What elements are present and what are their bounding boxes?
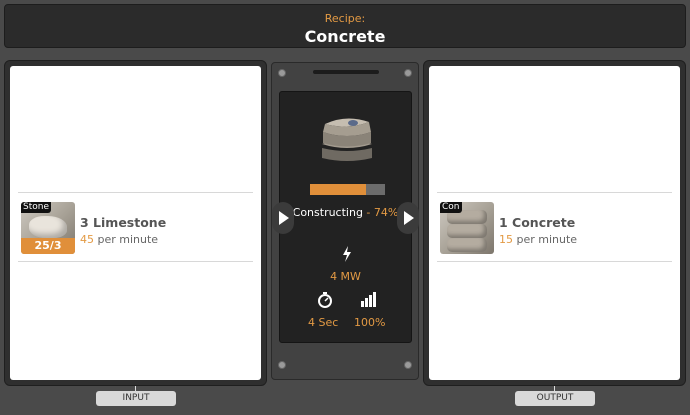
item-tag: Con — [440, 202, 462, 213]
screw — [278, 69, 286, 77]
status-separator: - — [362, 206, 374, 219]
arrow-right-icon — [279, 211, 289, 225]
input-rate-unit: per minute — [97, 233, 159, 246]
input-label[interactable]: INPUT — [96, 391, 176, 406]
concrete-icon: Con — [440, 202, 494, 254]
output-item-row[interactable]: Con 1 Concrete 15 per minute — [437, 192, 672, 262]
machine-slot — [313, 70, 379, 74]
bag-shape — [447, 238, 487, 252]
cycle-time: 4 Sec — [308, 316, 339, 329]
output-rate-value: 15 — [499, 233, 513, 246]
output-panel: Con 1 Concrete 15 per minute — [423, 60, 686, 386]
input-item-row[interactable]: Stone 25/3 3 Limestone 45 per minute — [18, 192, 253, 262]
output-panel-body: Con 1 Concrete 15 per minute — [429, 66, 680, 380]
output-label[interactable]: OUTPUT — [515, 391, 595, 406]
lightning-icon — [343, 246, 351, 262]
recipe-title: Concrete — [304, 27, 386, 46]
input-panel-body: Stone 25/3 3 Limestone 45 per minute — [10, 66, 261, 380]
item-count-badge: 25/3 — [21, 238, 75, 254]
arrow-right-icon — [404, 211, 414, 225]
limestone-icon: Stone 25/3 — [21, 202, 75, 254]
output-rate-unit: per minute — [516, 233, 578, 246]
status-percent: 74% — [373, 206, 399, 219]
bag-shape — [447, 224, 487, 238]
screw — [278, 361, 286, 369]
bar-chart-icon — [361, 292, 376, 307]
input-rate-value: 45 — [80, 233, 94, 246]
progress-bar — [310, 184, 385, 195]
recipe-subtitle: Recipe: — [324, 12, 366, 25]
input-item-name: 3 Limestone — [80, 215, 167, 230]
screw — [404, 69, 412, 77]
progress-fill — [310, 184, 366, 195]
input-arrow-button[interactable] — [272, 202, 294, 234]
status-text: Constructing — [292, 206, 363, 219]
power-value: 4 MW — [330, 270, 361, 283]
machine-status: Constructing - 74% — [280, 206, 411, 219]
screw — [404, 361, 412, 369]
stone-shape — [29, 216, 67, 238]
item-tag: Stone — [21, 202, 51, 213]
efficiency-value: 100% — [354, 316, 386, 329]
input-item-rate: 45 per minute — [80, 233, 158, 246]
stopwatch-icon — [318, 292, 332, 308]
input-panel: Stone 25/3 3 Limestone 45 per minute — [4, 60, 267, 386]
output-item-rate: 15 per minute — [499, 233, 577, 246]
machine-display: Constructing - 74% 4 MW 4 Sec 100% — [279, 91, 412, 343]
output-item-name: 1 Concrete — [499, 215, 576, 230]
recipe-header: Recipe: Concrete — [4, 4, 686, 48]
output-arrow-button[interactable] — [397, 202, 419, 234]
concrete-bag-icon — [322, 118, 372, 161]
